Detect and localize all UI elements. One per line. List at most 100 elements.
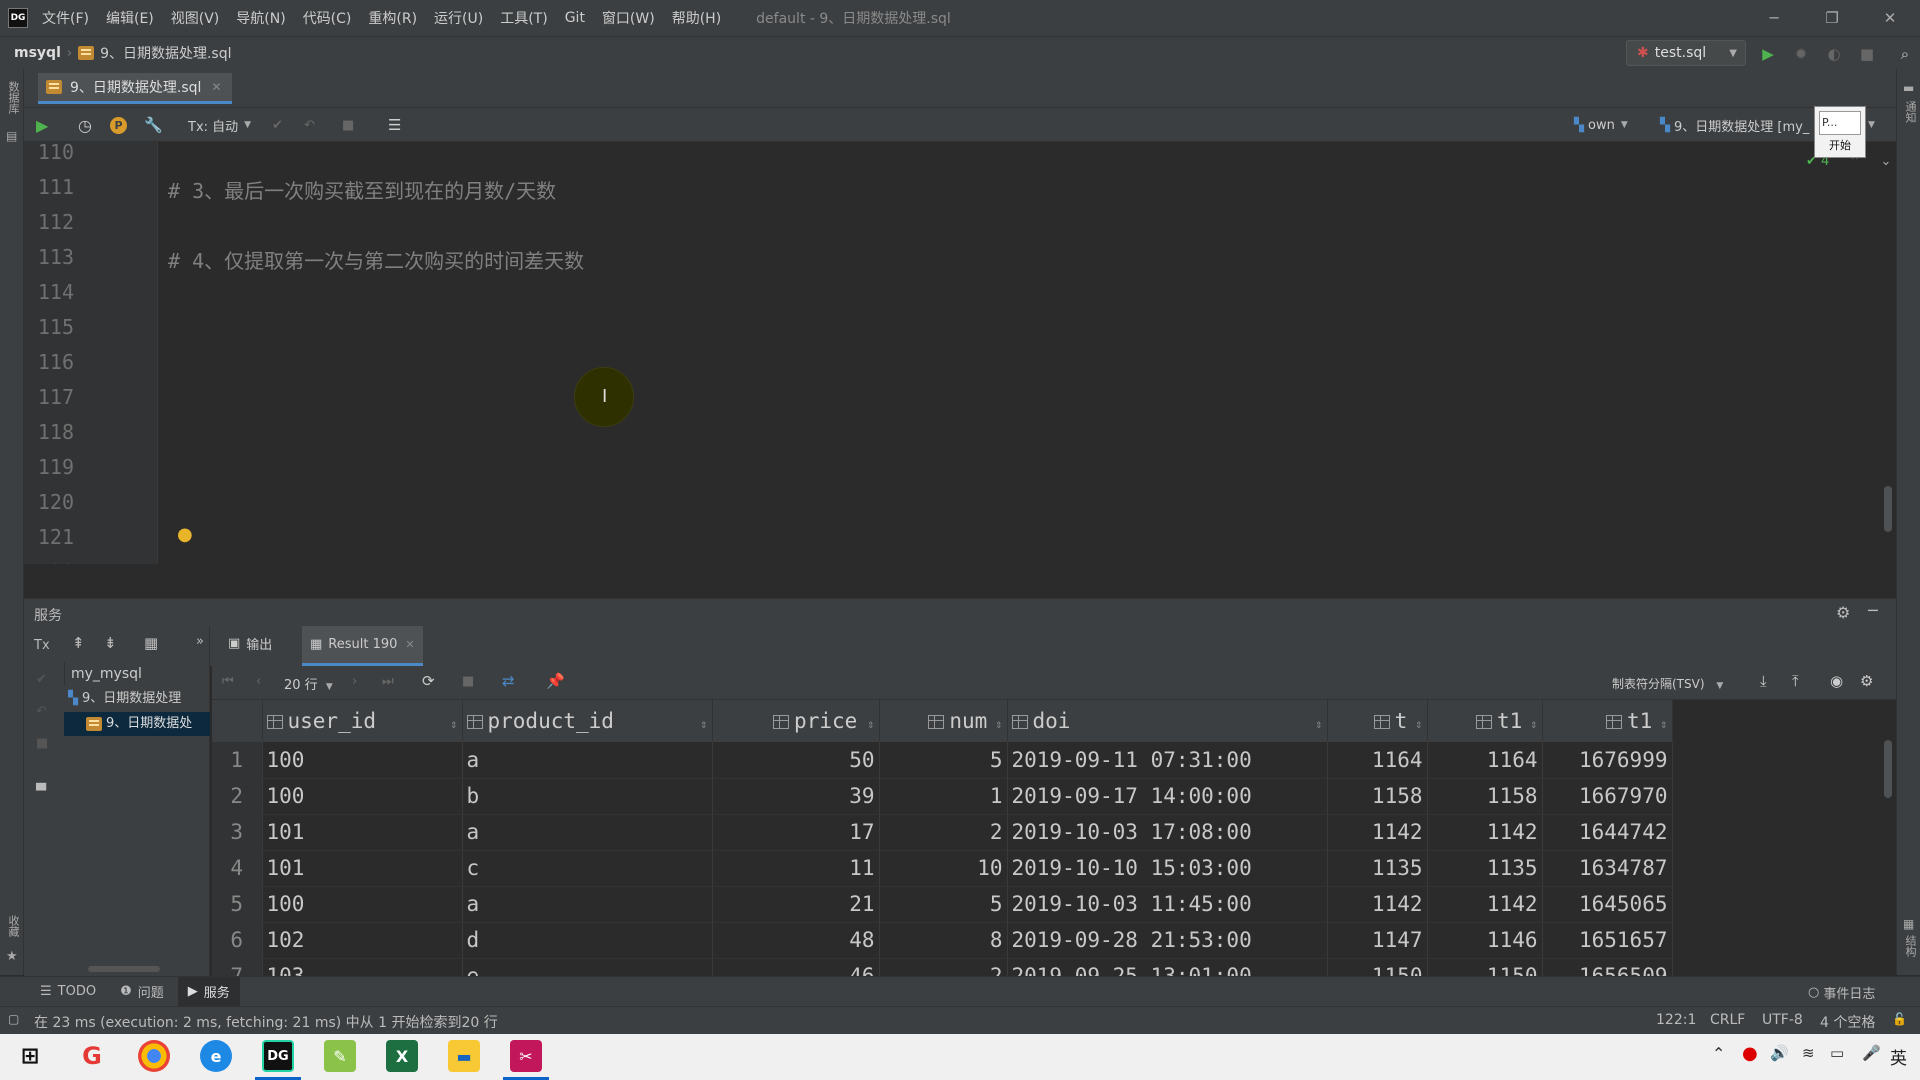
table-cell[interactable]: 1158 [1327, 778, 1428, 815]
table-cell[interactable]: 2019-09-11 07:31:00 [1007, 742, 1328, 779]
minimize-icon[interactable]: ─ [1746, 0, 1802, 36]
table-cell[interactable]: 1 [879, 778, 1008, 815]
menu-file[interactable]: 文件(F) [42, 8, 89, 28]
menu-help[interactable]: 帮助(H) [672, 8, 721, 28]
input-method-indicator[interactable]: 英 [1890, 1044, 1907, 1069]
table-cell[interactable]: 103 [262, 958, 463, 976]
column-header-t[interactable]: t ⇕ [1327, 700, 1428, 742]
menu-git[interactable]: Git [565, 10, 585, 26]
table-cell[interactable]: 1142 [1327, 886, 1428, 923]
schema-select[interactable]: ▚ own ▼ [1574, 108, 1628, 142]
compare-icon[interactable]: ⇄ [502, 672, 515, 690]
datagrip-icon[interactable]: DG [262, 1040, 294, 1072]
table-cell[interactable]: 1146 [1427, 922, 1543, 959]
sort-icon[interactable]: ⇕ [995, 717, 1002, 731]
table-cell[interactable]: 10 [879, 850, 1008, 887]
tree-item-session[interactable]: ▚ 9、日期数据处理 [68, 687, 210, 711]
tab-problems[interactable]: ❶ 问题 [120, 982, 164, 1001]
results-layout-icon[interactable]: ☰ [388, 108, 401, 142]
last-page-icon[interactable]: ⏭ [382, 674, 394, 689]
table-cell[interactable]: 21 [712, 886, 880, 923]
session-select[interactable]: ▚ 9、日期数据处理 [my_ [1660, 108, 1809, 142]
debug-icon[interactable]: ✹ [1790, 43, 1812, 65]
run-configuration-select[interactable]: ✱ test.sql ▼ [1626, 40, 1746, 66]
tab-todo[interactable]: ☰ TODO [40, 984, 96, 999]
popup-start-button[interactable]: 开始 [1819, 139, 1861, 153]
stop-icon[interactable]: ■ [462, 674, 474, 689]
table-cell[interactable]: 46 [712, 958, 880, 976]
network-icon[interactable]: ≋ [1802, 1044, 1815, 1062]
database-tool-label[interactable]: 数据库 [5, 81, 21, 114]
table-cell[interactable]: 1667970 [1542, 778, 1673, 815]
previous-page-icon[interactable]: ‹ [256, 674, 261, 689]
favorites-tool-label[interactable]: 收藏 [5, 915, 21, 937]
group-by-icon[interactable]: ▦ [144, 634, 158, 652]
stop-icon[interactable]: ■ [36, 736, 48, 751]
rows-per-page-select[interactable]: 20 行 ▼ [284, 674, 333, 693]
table-row[interactable]: 6 102 d 48 8 2019-09-28 21:53:00 1147 1146 16516… [212, 922, 1673, 959]
sort-icon[interactable]: ⇕ [450, 717, 457, 731]
tab-output[interactable]: ▣ 输出 [228, 634, 272, 653]
refresh-icon[interactable]: ⟳ [422, 672, 435, 690]
popup-input[interactable]: P... [1819, 111, 1861, 135]
table-cell[interactable]: 2019-09-25 13:01:00 [1007, 958, 1328, 976]
breadcrumb-project[interactable]: msyql [14, 45, 61, 61]
paint-icon[interactable]: ✎ [324, 1040, 356, 1072]
table-cell[interactable]: 1634787 [1542, 850, 1673, 887]
table-cell[interactable]: 2019-10-03 17:08:00 [1007, 814, 1328, 851]
table-cell[interactable]: 2019-09-28 21:53:00 [1007, 922, 1328, 959]
table-cell[interactable]: 50 [712, 742, 880, 779]
column-header-t1[interactable]: t1 ⇕ [1427, 700, 1543, 742]
commit-icon[interactable]: ✔ [272, 108, 283, 142]
menu-edit[interactable]: 编辑(E) [106, 8, 154, 28]
lightbulb-icon[interactable]: ● [177, 524, 193, 545]
pin-icon[interactable]: 📌 [546, 672, 565, 690]
table-cell[interactable]: b [462, 778, 713, 815]
close-icon[interactable]: ✕ [1862, 0, 1918, 36]
line-separator[interactable]: CRLF [1710, 1012, 1745, 1028]
table-cell[interactable]: 1651657 [1542, 922, 1673, 959]
next-page-icon[interactable]: › [352, 674, 357, 689]
table-cell[interactable]: 5 [879, 886, 1008, 923]
table-cell[interactable]: a [462, 814, 713, 851]
more-icon[interactable]: » [196, 634, 204, 649]
expand-all-icon[interactable]: ⇞ [72, 634, 85, 652]
editor-tab-active[interactable]: 9、日期数据处理.sql ✕ [38, 73, 232, 104]
chevron-down-icon[interactable]: ▼ [1868, 108, 1875, 142]
execute-icon[interactable]: ▶ [36, 108, 48, 142]
column-header-user-id[interactable]: user_id ⇕ [262, 700, 463, 742]
run-icon[interactable]: ▶ [1757, 43, 1779, 65]
table-cell[interactable]: 5 [879, 742, 1008, 779]
stop-icon[interactable]: ■ [1856, 43, 1878, 65]
file-explorer-icon[interactable]: ▬ [448, 1040, 480, 1072]
sort-icon[interactable]: ⇕ [867, 717, 874, 731]
restore-icon[interactable]: ❐ [1804, 0, 1860, 36]
rollback-icon[interactable]: ↶ [36, 704, 47, 719]
tree-item-connection[interactable]: my_mysql [64, 662, 210, 686]
table-cell[interactable]: 1135 [1427, 850, 1543, 887]
tree-scrollbar[interactable] [88, 966, 160, 972]
folder-icon[interactable]: ▬ [1903, 81, 1914, 95]
table-cell[interactable]: 1676999 [1542, 742, 1673, 779]
table-row[interactable]: 3 101 a 17 2 2019-10-03 17:08:00 1142 1142 16447… [212, 814, 1673, 851]
status-window-icon[interactable]: ▢ [8, 1012, 19, 1026]
volume-icon[interactable]: 🔊 [1770, 1044, 1789, 1062]
chevron-down-icon[interactable]: ⌄ [1881, 154, 1892, 169]
column-header-doi[interactable]: doi ⇕ [1007, 700, 1328, 742]
table-cell[interactable]: 2 [879, 958, 1008, 976]
column-header-t1-2[interactable]: t1 ⇕ [1542, 700, 1673, 742]
snipping-tool-icon[interactable]: ✂ [510, 1040, 542, 1072]
table-row[interactable]: 1 100 a 50 5 2019-09-11 07:31:00 1164 1164 16769… [212, 742, 1673, 779]
code-editor[interactable]: # 3、最后一次购买截至到现在的月数/天数 # 4、仅提取第一次与第二次购买的时间… [158, 142, 1850, 564]
table-cell[interactable]: 1645065 [1542, 886, 1673, 923]
table-cell[interactable]: 1656509 [1542, 958, 1673, 976]
table-cell[interactable]: 48 [712, 922, 880, 959]
menu-tools[interactable]: 工具(T) [500, 8, 547, 28]
explain-plan-icon[interactable]: P [110, 108, 127, 142]
sort-icon[interactable]: ⇕ [1315, 717, 1322, 731]
table-cell[interactable]: 101 [262, 850, 463, 887]
structure-tool-label[interactable]: 结构 [1902, 935, 1918, 957]
windows-start-icon[interactable]: ⊞ [14, 1040, 46, 1072]
settings-wrench-icon[interactable]: 🔧 [144, 108, 163, 142]
tree-item-console[interactable]: 9、日期数据处 [64, 712, 210, 736]
